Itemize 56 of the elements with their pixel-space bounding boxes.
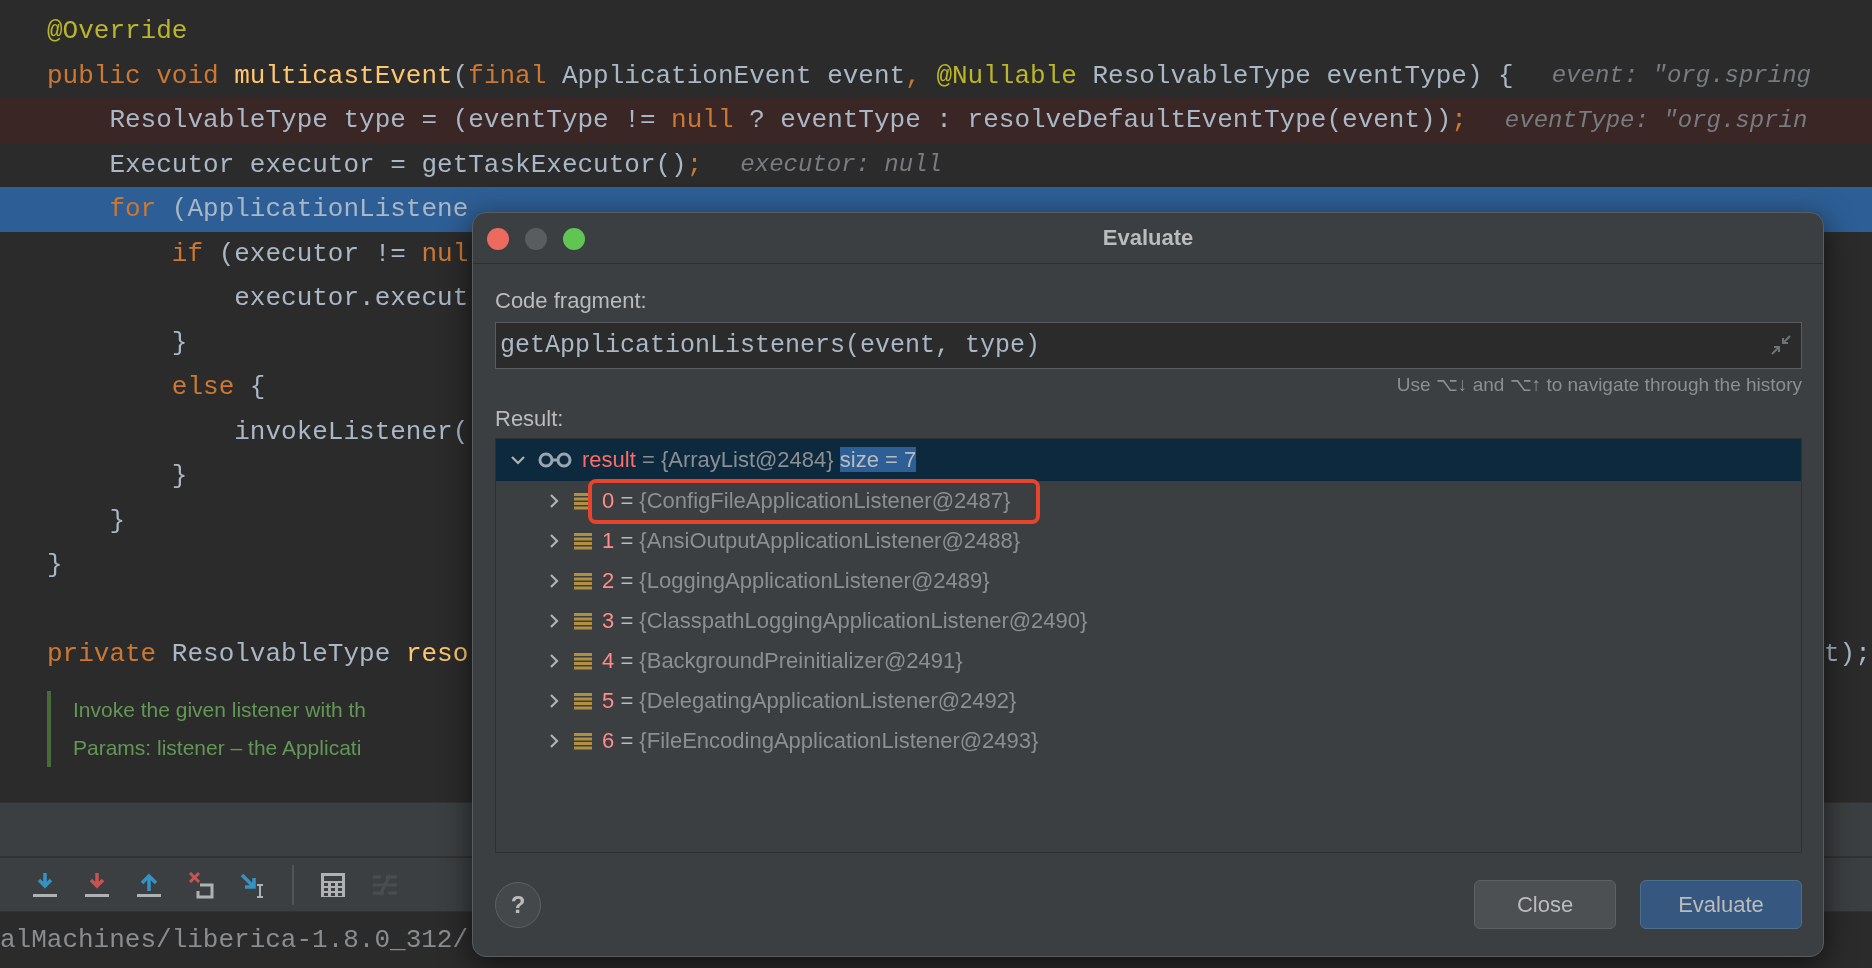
list-icon [574, 732, 592, 750]
code-line: t); [1824, 639, 1871, 670]
tree-row[interactable]: 3 = {ClasspathLoggingApplicationListener@2490} [496, 601, 1801, 641]
close-button[interactable]: Close [1474, 880, 1616, 929]
code-line: private ResolvableType reso [47, 639, 469, 670]
result-value: result = {ArrayList@2484} size = 7 [582, 447, 917, 473]
code-line: public void multicastEvent(final ApplicationEvent event, @Nullable ResolvableType eventType) { [47, 60, 1514, 91]
collapse-icon[interactable] [1770, 334, 1792, 356]
element-value: 5 = {DelegatingApplicationListener@2492} [602, 688, 1017, 713]
element-value: 4 = {BackgroundPreinitializer@2491} [602, 648, 963, 673]
glasses-icon [538, 451, 572, 469]
list-icon [574, 652, 592, 670]
list-icon [574, 692, 592, 710]
down-arrow-icon[interactable] [84, 870, 110, 899]
element-value: 2 = {LoggingApplicationListener@2489} [602, 568, 990, 593]
tree-row[interactable]: 1 = {AnsiOutputApplicationListener@2488} [496, 521, 1801, 561]
calculator-icon[interactable] [320, 870, 346, 899]
code-line: @Override [47, 16, 188, 47]
code-line: } [47, 550, 63, 581]
element-value: 6 = {FileEncodingApplicationListener@2493} [602, 728, 1039, 753]
tree-row[interactable]: 2 = {LoggingApplicationListener@2489} [496, 561, 1801, 601]
cross-frame-icon[interactable] [188, 870, 214, 899]
list-icon [574, 532, 592, 550]
code-line: invokeListener( [233, 416, 469, 447]
code-line: } [170, 327, 188, 358]
tree-row[interactable]: 4 = {BackgroundPreinitializer@2491} [496, 641, 1801, 681]
list-icon [574, 612, 592, 630]
code-line: ResolvableType type = (eventType != null ? eventType : resolveDefaultEventType(event)); [108, 105, 1467, 136]
inline-value-hint: executor: null [740, 151, 942, 179]
code-line: else { [170, 372, 266, 403]
code-line: executor.execut [233, 283, 469, 314]
code-fragment-field[interactable]: getApplicationListeners(event, type) [495, 322, 1802, 369]
inline-value-hint: event: "org.spring [1551, 62, 1811, 90]
code-line: for (ApplicationListene [108, 194, 469, 225]
code-line: if (executor != nul [170, 238, 469, 269]
close-button[interactable] [487, 228, 509, 250]
list-icon [574, 572, 592, 590]
element-value: 1 = {AnsiOutputApplicationListener@2488} [602, 528, 1021, 553]
inline-value-hint: eventType: "org.sprin [1504, 106, 1808, 134]
tree-row[interactable]: 0 = {ConfigFileApplicationListener@2487} [496, 481, 1801, 521]
evaluate-button[interactable]: Evaluate [1640, 880, 1802, 929]
field-label: Result: [495, 406, 564, 432]
help-button[interactable]: ? [495, 881, 541, 928]
jdk-path: alMachines/liberica-1.8.0_312/ [0, 925, 469, 955]
zoom-button[interactable] [563, 228, 585, 250]
code-line: Executor executor = getTaskExecutor(); [108, 149, 703, 180]
element-value: 3 = {ClasspathLoggingApplicationListener@2490} [602, 608, 1088, 633]
element-value: 0 = {ConfigFileApplicationListener@2487} [602, 488, 1011, 513]
tree-row[interactable]: result = {ArrayList@2484} size = 7 [496, 439, 1801, 481]
window-title: Evaluate [1102, 225, 1194, 251]
code-line: } [170, 461, 188, 492]
history-hint: Use ⌥↓ and ⌥↑ to navigate through the history [1396, 373, 1802, 396]
code-line: } [108, 505, 125, 536]
tree-row[interactable]: 6 = {FileEncodingApplicationListener@2493} [496, 721, 1801, 761]
down-arrow-icon[interactable] [32, 870, 58, 899]
field-label: Code fragment: [495, 288, 647, 314]
